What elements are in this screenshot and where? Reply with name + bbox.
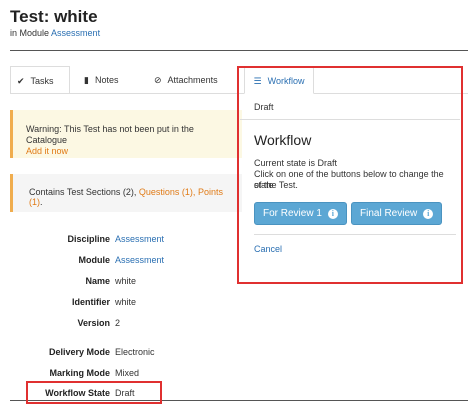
- warning-text: Warning: This Test has not been put in t…: [26, 124, 194, 145]
- tab-tasks-label: Tasks: [30, 76, 54, 86]
- property-label: Version: [77, 318, 110, 328]
- paperclip-icon: ⊘: [154, 75, 162, 85]
- tab-tasks[interactable]: ✔ Tasks: [10, 66, 70, 94]
- property-value: white: [115, 276, 137, 286]
- tab-attachments[interactable]: ⊘ Attachments: [154, 66, 218, 94]
- property-row-version: Version 2: [10, 318, 240, 332]
- property-label: Discipline: [67, 234, 110, 244]
- module-value-link[interactable]: Assessment: [115, 255, 164, 265]
- module-link[interactable]: Assessment: [51, 28, 100, 38]
- property-label: Marking Mode: [49, 368, 110, 378]
- property-value: 2: [115, 318, 121, 328]
- property-label: Identifier: [71, 297, 110, 307]
- property-row-name: Name white: [10, 276, 240, 290]
- property-label: Module: [78, 255, 111, 265]
- check-icon: ✔: [17, 76, 25, 86]
- property-row-discipline: Discipline Assessment: [10, 234, 240, 248]
- tab-notes[interactable]: ▮ Notes: [84, 66, 118, 94]
- property-row-module: Module Assessment: [10, 255, 240, 269]
- discipline-link[interactable]: Assessment: [115, 234, 164, 244]
- property-label: Name: [85, 276, 110, 286]
- questions-link[interactable]: Questions (1),: [139, 187, 196, 197]
- contains-prefix: Contains Test Sections (2),: [29, 187, 137, 197]
- tab-notes-label: Notes: [94, 75, 119, 85]
- add-to-catalogue-link[interactable]: Add it now: [26, 146, 68, 156]
- module-subtitle: in Module Assessment: [10, 28, 100, 38]
- property-label: Delivery Mode: [48, 347, 110, 357]
- module-prefix: in Module: [10, 28, 50, 38]
- contains-summary: Contains Test Sections (2), Questions (1…: [10, 174, 242, 212]
- highlight-workflow-panel: [237, 66, 463, 284]
- property-value: Mixed: [115, 368, 140, 378]
- tab-attachments-label: Attachments: [167, 75, 218, 85]
- property-row-delivery-mode: Delivery Mode Electronic: [10, 347, 240, 361]
- catalogue-warning: Warning: This Test has not been put in t…: [10, 110, 242, 158]
- property-row-identifier: Identifier white: [10, 297, 240, 311]
- property-value: Electronic: [115, 347, 155, 357]
- property-value: white: [115, 297, 137, 307]
- divider: [10, 50, 468, 51]
- document-icon: ▮: [84, 75, 89, 85]
- contains-suffix: .: [40, 197, 43, 207]
- page-title: Test: white: [10, 7, 98, 26]
- property-row-marking-mode: Marking Mode Mixed: [10, 368, 240, 382]
- highlight-workflow-state: [26, 381, 162, 404]
